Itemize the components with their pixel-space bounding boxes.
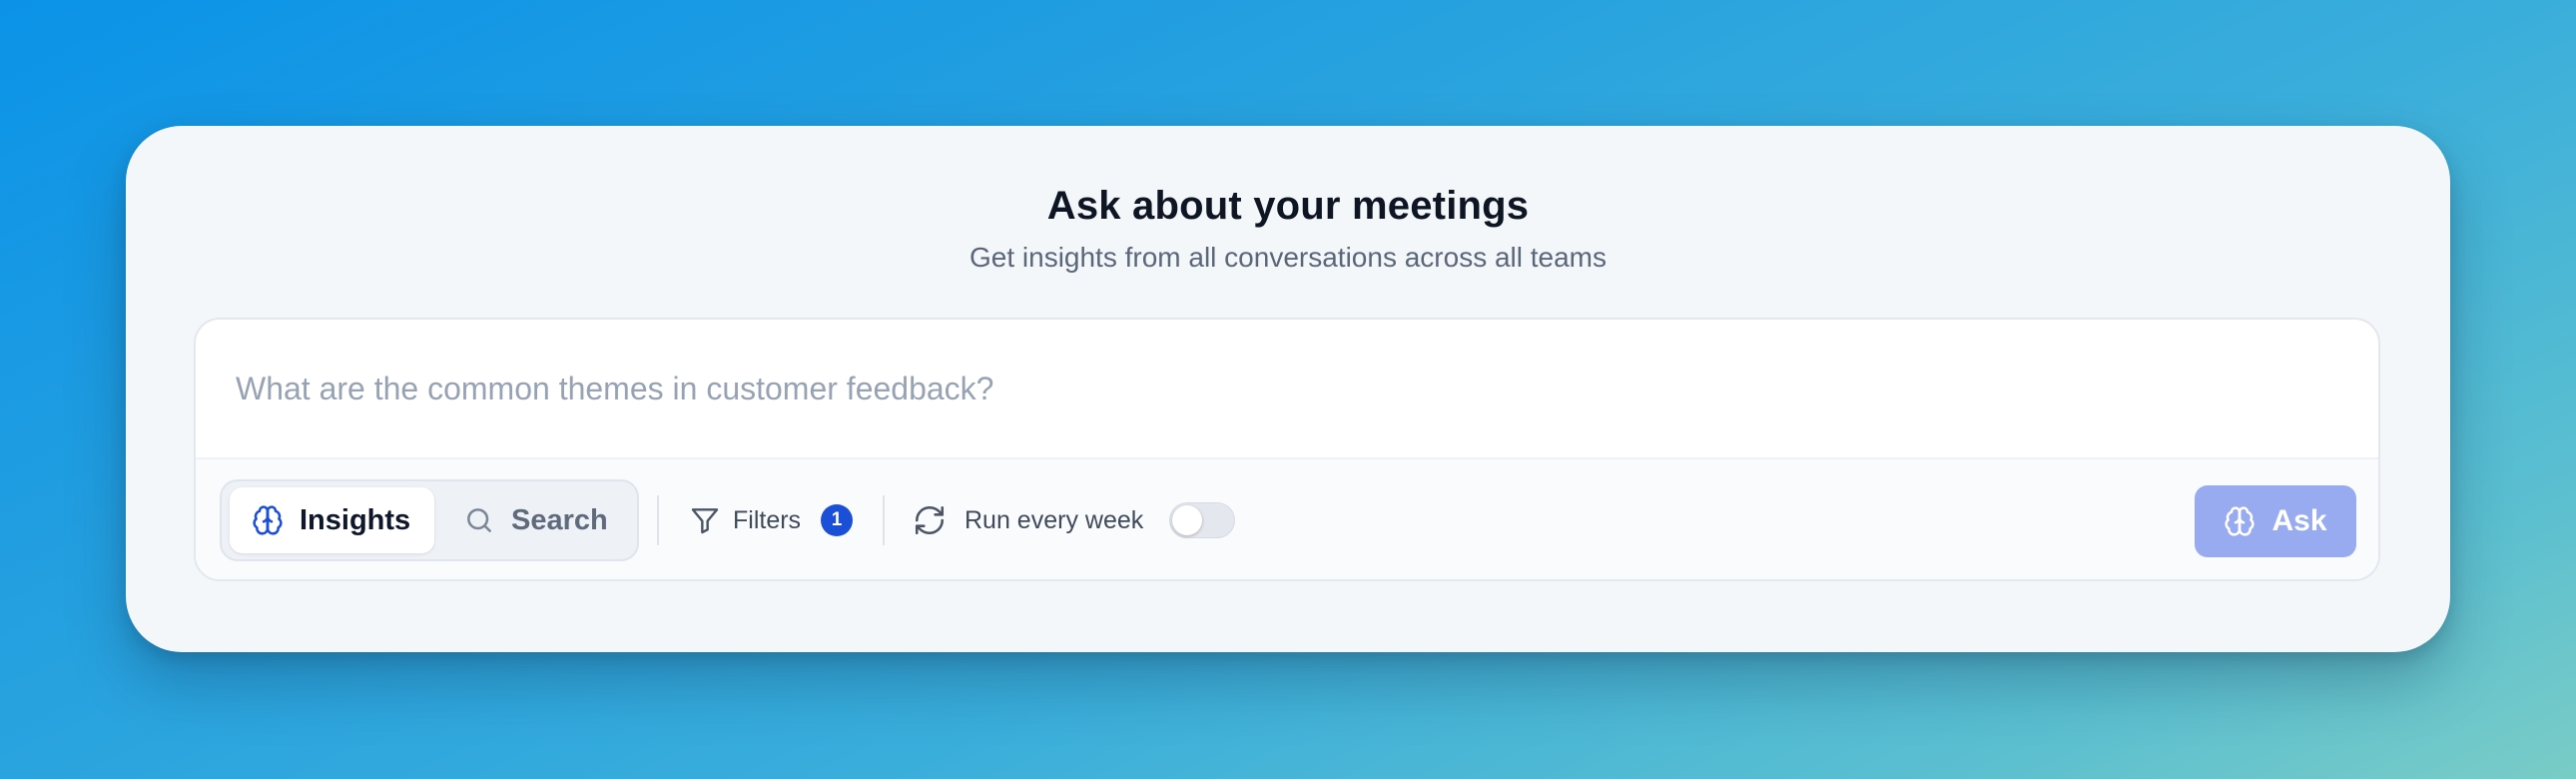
brain-icon xyxy=(252,504,284,536)
toggle-knob xyxy=(1172,505,1203,535)
search-icon xyxy=(463,504,495,536)
ask-button-label: Ask xyxy=(2271,504,2327,537)
search-mode-button[interactable]: Search xyxy=(441,487,632,553)
query-composer: Insights Search xyxy=(194,318,2380,581)
ask-button[interactable]: Ask xyxy=(2195,485,2356,557)
insights-mode-button[interactable]: Insights xyxy=(230,487,435,553)
schedule-label: Run every week xyxy=(965,505,1144,534)
toolbar-divider xyxy=(883,495,885,545)
filter-icon xyxy=(689,504,721,536)
page-title: Ask about your meetings xyxy=(1046,184,1530,228)
filters-count-badge: 1 xyxy=(821,504,854,536)
filters-button[interactable]: Filters 1 xyxy=(689,489,854,551)
weekly-schedule-control: Run every week xyxy=(913,489,1236,551)
filters-label: Filters xyxy=(733,505,802,534)
insights-mode-label: Insights xyxy=(300,503,411,536)
refresh-icon xyxy=(913,503,947,537)
composer-toolbar: Insights Search Filters 1 Run every week… xyxy=(196,457,2378,579)
query-input[interactable] xyxy=(196,320,2378,457)
brain-icon xyxy=(2224,505,2255,537)
search-mode-label: Search xyxy=(511,503,608,536)
toolbar-divider xyxy=(657,495,659,545)
run-weekly-toggle[interactable] xyxy=(1169,502,1236,538)
ask-card: Ask about your meetings Get insights fro… xyxy=(126,126,2450,652)
mode-toggle-group: Insights Search xyxy=(220,479,639,561)
page-subtitle: Get insights from all conversations acro… xyxy=(968,242,1608,273)
